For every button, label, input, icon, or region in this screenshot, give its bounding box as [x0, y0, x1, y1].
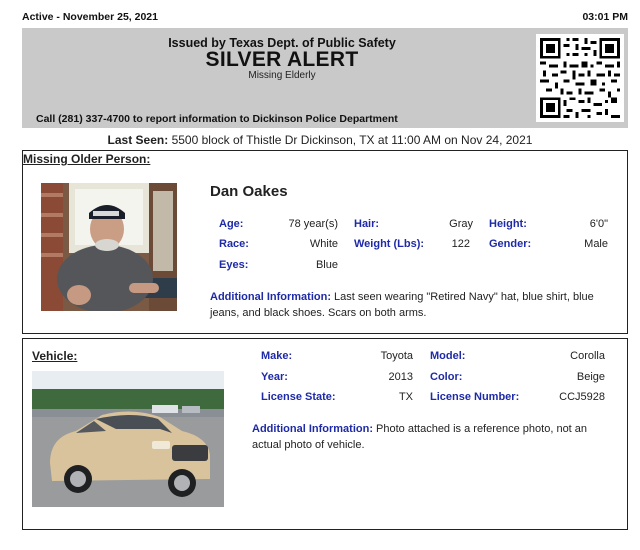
- qr-code-icon[interactable]: [536, 34, 624, 122]
- vehicle-section: Vehicle: Make: Toyota Model: Corolla Yea…: [22, 338, 628, 530]
- last-seen-label: Last Seen:: [107, 133, 169, 147]
- vehicle-section-title: Vehicle:: [32, 349, 78, 363]
- make-value: Toyota: [380, 350, 413, 362]
- race-value: White: [309, 238, 338, 250]
- height-label: Height:: [489, 218, 527, 230]
- color-value: Beige: [576, 371, 605, 383]
- vehicle-photo: [32, 371, 224, 507]
- height-value: 6'0": [589, 218, 608, 230]
- license-state-value: TX: [398, 391, 413, 403]
- missing-person-section: Missing Older Person: Dan Oakes Age: 78 …: [22, 150, 628, 334]
- eyes-value: Blue: [315, 259, 338, 271]
- weight-value: 122: [451, 238, 470, 250]
- eyes-label: Eyes:: [219, 259, 249, 271]
- issue-time: 03:01 PM: [582, 11, 628, 23]
- race-label: Race:: [219, 238, 249, 250]
- person-additional-label: Additional Information:: [210, 291, 331, 303]
- vehicle-additional-label: Additional Information:: [252, 423, 373, 435]
- person-section-title: Missing Older Person:: [23, 152, 151, 166]
- alert-subtitle: Missing Elderly: [248, 70, 316, 81]
- license-state-label: License State:: [261, 391, 336, 403]
- alert-title: SILVER ALERT: [205, 48, 359, 71]
- license-number-value: CCJ5928: [559, 391, 605, 403]
- person-name: Dan Oakes: [210, 183, 288, 200]
- call-instructions: Call (281) 337-4700 to report informatio…: [36, 113, 398, 125]
- model-label: Model:: [430, 350, 466, 362]
- year-value: 2013: [388, 371, 413, 383]
- alert-banner: Issued by Texas Dept. of Public Safety S…: [22, 28, 628, 128]
- model-value: Corolla: [570, 350, 605, 362]
- color-label: Color:: [430, 371, 463, 383]
- person-photo: [41, 183, 177, 311]
- age-label: Age:: [219, 218, 244, 230]
- gender-label: Gender:: [489, 238, 532, 250]
- vehicle-additional-info: Additional Information: Photo attached i…: [252, 421, 612, 453]
- gender-value: Male: [584, 238, 608, 250]
- year-label: Year:: [261, 371, 288, 383]
- status-date: Active - November 25, 2021: [22, 11, 158, 23]
- hair-value: Gray: [449, 218, 473, 230]
- last-seen-line: Last Seen: 5500 block of Thistle Dr Dick…: [0, 133, 640, 147]
- make-label: Make:: [261, 350, 293, 362]
- person-additional-info: Additional Information: Last seen wearin…: [210, 289, 610, 321]
- weight-label: Weight (Lbs):: [354, 238, 425, 250]
- age-value: 78 year(s): [288, 218, 338, 230]
- top-bar: Active - November 25, 2021 03:01 PM: [22, 11, 628, 27]
- last-seen-text: 5500 block of Thistle Dr Dickinson, TX a…: [171, 133, 533, 147]
- hair-label: Hair:: [354, 218, 380, 230]
- license-number-label: License Number:: [430, 391, 520, 403]
